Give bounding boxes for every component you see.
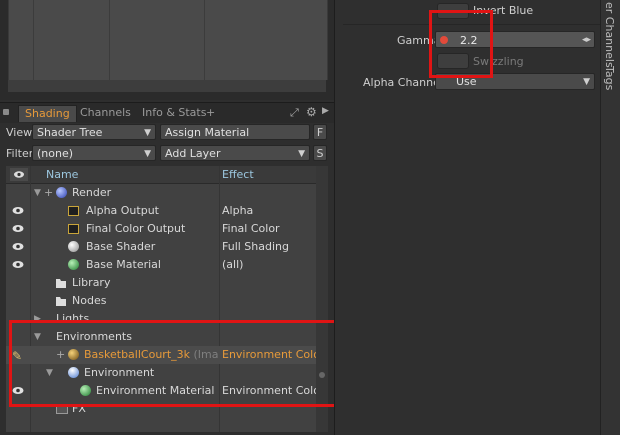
- filter-dropdown-value: (none): [37, 147, 74, 160]
- material-icon: [68, 259, 79, 270]
- panel-tab-bar: Shading Channels Info & Stats + ⤢ ⚙ ▶: [0, 102, 334, 123]
- filter-label: Filter: [6, 147, 34, 160]
- tree-row-library[interactable]: Library: [6, 274, 316, 292]
- add-layer-label: Add Layer: [165, 147, 221, 160]
- viewport-area: [0, 0, 334, 100]
- filter-key-button[interactable]: S: [313, 145, 327, 161]
- tree-row-base-material[interactable]: Base Material (all): [6, 256, 316, 274]
- tree-row-base-shader[interactable]: Base Shader Full Shading: [6, 238, 316, 256]
- panel-arrow-icon[interactable]: ▶: [322, 106, 329, 116]
- tree-row-label: Alpha Output: [86, 204, 159, 217]
- eye-icon[interactable]: [12, 224, 24, 233]
- view-key-button[interactable]: F: [313, 124, 327, 140]
- highlight-box: [9, 320, 344, 407]
- view-dropdown-value: Shader Tree: [37, 126, 103, 139]
- tree-row-effect: Alpha: [222, 204, 254, 217]
- chevron-down-icon: ▼: [144, 128, 151, 138]
- render-icon: [56, 187, 67, 198]
- shader-icon: [68, 241, 79, 252]
- expand-icon[interactable]: ⤢: [290, 106, 299, 120]
- tree-row-nodes[interactable]: Nodes: [6, 292, 316, 310]
- tree-row-effect: Full Shading: [222, 240, 289, 253]
- filter-dropdown[interactable]: (none) ▼: [32, 145, 156, 161]
- assign-material-label: Assign Material: [165, 126, 250, 139]
- tab-info-stats[interactable]: Info & Stats: [136, 105, 212, 121]
- highlight-box: [429, 10, 493, 78]
- output-icon: [68, 206, 79, 216]
- folder-icon: [56, 279, 66, 288]
- chevron-down-icon: ▼: [144, 149, 151, 159]
- tree-row-label: Render: [72, 186, 112, 199]
- tree-row-effect: (all): [222, 258, 244, 271]
- view-label: View: [6, 126, 33, 139]
- tree-row-render[interactable]: ▼ + Render: [6, 184, 316, 202]
- assign-material-button[interactable]: Assign Material: [160, 124, 310, 140]
- shader-tree-header: Name Effect: [6, 166, 316, 184]
- properties-panel: Invert Blue Gamma 2.2 ◂▸ Swizzling Alpha…: [334, 0, 620, 435]
- panel-menu-icon[interactable]: [3, 109, 9, 115]
- view-dropdown[interactable]: Shader Tree ▼: [32, 124, 156, 140]
- tree-row-label: Base Shader: [86, 240, 156, 253]
- eye-icon[interactable]: [12, 206, 24, 215]
- tree-row-alpha-output[interactable]: Alpha Output Alpha: [6, 202, 316, 220]
- slider-arrows-icon[interactable]: ◂▸: [582, 32, 591, 49]
- chevron-down-icon: ▼: [298, 149, 305, 159]
- viewport-canvas: [8, 0, 328, 80]
- expand-arrow-icon[interactable]: ▼: [34, 184, 41, 202]
- effect-column-header[interactable]: Effect: [222, 166, 254, 183]
- tree-row-label: Library: [72, 276, 111, 289]
- tree-row-label: Base Material: [86, 258, 161, 271]
- folder-icon: [56, 297, 66, 306]
- tab-channels[interactable]: Channels: [74, 105, 137, 121]
- eye-icon[interactable]: [12, 242, 24, 251]
- visibility-column-header[interactable]: [10, 168, 28, 181]
- side-tab-tags[interactable]: Tags: [603, 66, 616, 90]
- tree-row-effect: Final Color: [222, 222, 280, 235]
- side-tab-channels[interactable]: er Channels: [603, 2, 616, 68]
- eye-icon[interactable]: [12, 260, 24, 269]
- chevron-down-icon: ▼: [583, 77, 590, 87]
- tree-row-label: Nodes: [72, 294, 107, 307]
- tree-row-label: Final Color Output: [86, 222, 186, 235]
- viewport-footer: [8, 80, 326, 92]
- output-icon: [68, 224, 79, 234]
- add-layer-dropdown[interactable]: Add Layer ▼: [160, 145, 310, 161]
- tree-row-final-color-output[interactable]: Final Color Output Final Color: [6, 220, 316, 238]
- gear-icon[interactable]: ⚙: [306, 105, 317, 119]
- side-tab-strip: er Channels Tags: [600, 0, 620, 435]
- tab-shading[interactable]: Shading: [18, 105, 77, 122]
- add-tab-button[interactable]: +: [203, 105, 218, 121]
- plus-icon[interactable]: +: [44, 184, 53, 202]
- name-column-header[interactable]: Name: [46, 166, 78, 183]
